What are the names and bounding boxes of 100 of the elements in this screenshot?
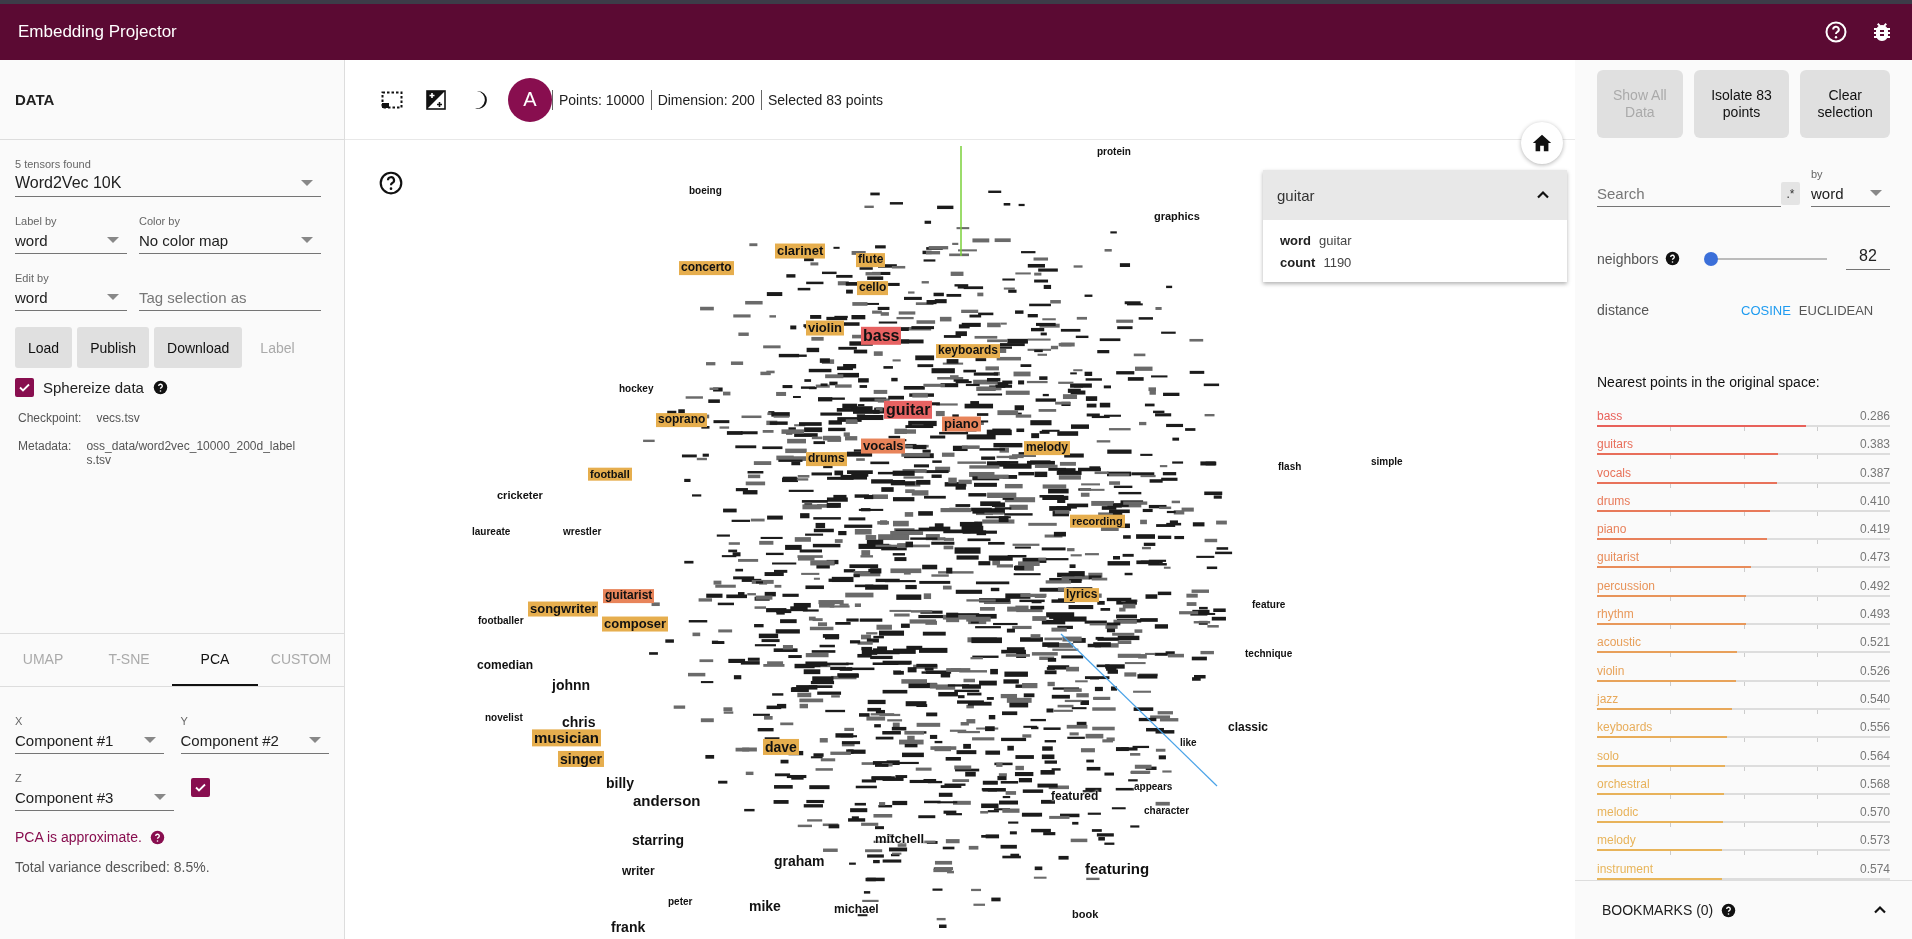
help-icon[interactable] [152,380,168,395]
neighbor-word[interactable]: acoustic [1597,633,1642,652]
neighbor-distance: 0.564 [1859,747,1890,765]
bookmarks-title[interactable]: BOOKMARKS (0) [1602,902,1714,918]
field-value: 1190 [1323,254,1352,272]
x-component-dropdown[interactable]: Component #1 [15,727,164,754]
regex-toggle[interactable]: .* [1781,182,1800,205]
point-label: frank [611,918,646,936]
label-by-dropdown[interactable]: word [15,227,127,254]
distance-option[interactable]: COSINE [1741,302,1791,318]
edit-by-dropdown[interactable]: word [15,284,127,311]
help-icon[interactable] [1721,902,1737,918]
neighbor-word[interactable]: jazz [1597,689,1619,708]
point-label: mitchell [875,831,925,847]
neighbor-word[interactable]: guitars [1597,435,1634,454]
help-icon[interactable] [1664,251,1680,266]
tag-input-field[interactable]: Tag selection as [139,285,321,311]
point-label: flash [1278,461,1302,473]
nearest-title: Nearest points in the original space: [1597,374,1821,390]
y-component-dropdown[interactable]: Component #2 [180,727,329,754]
neighbor-word[interactable]: rhythm [1597,605,1634,624]
panel-button[interactable]: Download [154,327,243,368]
tensor-dropdown[interactable]: Word2Vec 10K [15,170,321,197]
neighbor-distance: 0.286 [1859,408,1890,425]
point-label: musician [532,729,602,747]
neighbors-value-field[interactable]: 82 [1846,247,1890,270]
neighbor-word[interactable]: keyboards [1597,718,1653,737]
point-label: dave [763,738,799,756]
point-label: character [1144,805,1190,817]
point-label: cricketer [497,488,543,502]
variance-text: Total variance described: 8.5%. [15,859,211,875]
point-label: classic [1228,721,1269,735]
point-label: guitarist [603,589,655,603]
neighbor-word[interactable]: percussion [1597,576,1656,595]
search-by-dropdown[interactable]: word [1811,180,1890,207]
home-button[interactable] [1521,122,1563,164]
brightness-icon[interactable] [424,87,448,112]
neighbor-distance: 0.570 [1859,804,1890,822]
neighbor-distance: 0.419 [1859,521,1890,539]
point-label: football [588,467,632,481]
neighbor-word[interactable]: instrument [1597,859,1654,878]
neighbor-distance: 0.556 [1859,719,1890,737]
neighbor-distance: 0.526 [1859,662,1890,680]
field-label: by [1811,168,1824,180]
neighbor-distance: 0.383 [1859,436,1890,454]
neighbor-distance: 0.568 [1859,775,1890,793]
point-label: boeing [689,185,722,197]
field-key: count [1280,252,1316,274]
projection-tab[interactable]: UMAP [0,634,86,686]
neighbor-word[interactable]: vocals [1597,463,1631,482]
neighbor-word[interactable]: piano [1597,520,1627,539]
help-icon[interactable] [378,170,404,196]
neighbor-word[interactable]: melodic [1597,803,1639,822]
field-value: guitar [1319,232,1352,250]
color-by-dropdown[interactable]: No color map [139,227,321,254]
distance-option[interactable]: EUCLIDEAN [1798,302,1874,318]
inspector-button[interactable]: Isolate 83 points [1693,70,1790,138]
neighbor-word[interactable]: violin [1597,661,1625,680]
projection-tab[interactable]: CUSTOM [258,634,344,686]
point-label: book [1072,907,1099,921]
inspector-button[interactable]: Clear selection [1800,70,1890,138]
meta-value: vecs.tsv [96,411,140,425]
meta-value: oss_data/word2vec_10000_200d_labels.tsv [86,439,297,467]
field-label: Label by [15,215,58,227]
neighbor-word[interactable]: solo [1597,746,1619,765]
point-label: michael [834,903,879,917]
projection-tab[interactable]: PCA [172,634,258,686]
point-label: bass [861,326,902,346]
neighbor-word[interactable]: guitarist [1597,548,1640,567]
section-title: DATA [0,60,344,140]
field-label: Color by [139,215,181,227]
point-label: violin [806,320,844,336]
point-label: johnn [552,676,591,694]
z-component-dropdown[interactable]: Component #3 [15,784,174,811]
label-toggle-button[interactable]: A [508,77,552,122]
distance-label: distance [1597,302,1651,318]
neighbor-word[interactable]: bass [1597,407,1623,425]
point-label: technique [1245,648,1293,660]
help-icon[interactable] [149,829,165,845]
point-label: vocals [861,438,906,454]
neighbor-word[interactable]: drums [1597,491,1631,510]
panel-button[interactable]: Load [15,327,73,368]
slider-thumb[interactable] [1704,251,1719,266]
checkbox-label: Sphereize data [43,379,144,396]
point-label: like [1180,737,1197,749]
point-label: keyboards [936,344,1001,358]
point-label: starring [632,831,685,849]
point-label: simple [1371,456,1403,468]
checkbox[interactable] [191,778,210,797]
point-label: piano [942,416,981,432]
panel-button[interactable]: Publish [77,327,150,368]
neighbor-word[interactable]: melody [1597,831,1636,850]
checkbox[interactable] [15,378,34,397]
search-field[interactable]: Search [1597,180,1781,207]
point-label: hockey [619,383,654,395]
projection-tab[interactable]: T-SNE [86,634,172,686]
app-title: Embedding Projector [18,22,177,42]
neighbor-word[interactable]: orchestral [1597,774,1650,793]
home-icon [1531,132,1553,154]
point-label: peter [668,896,693,908]
